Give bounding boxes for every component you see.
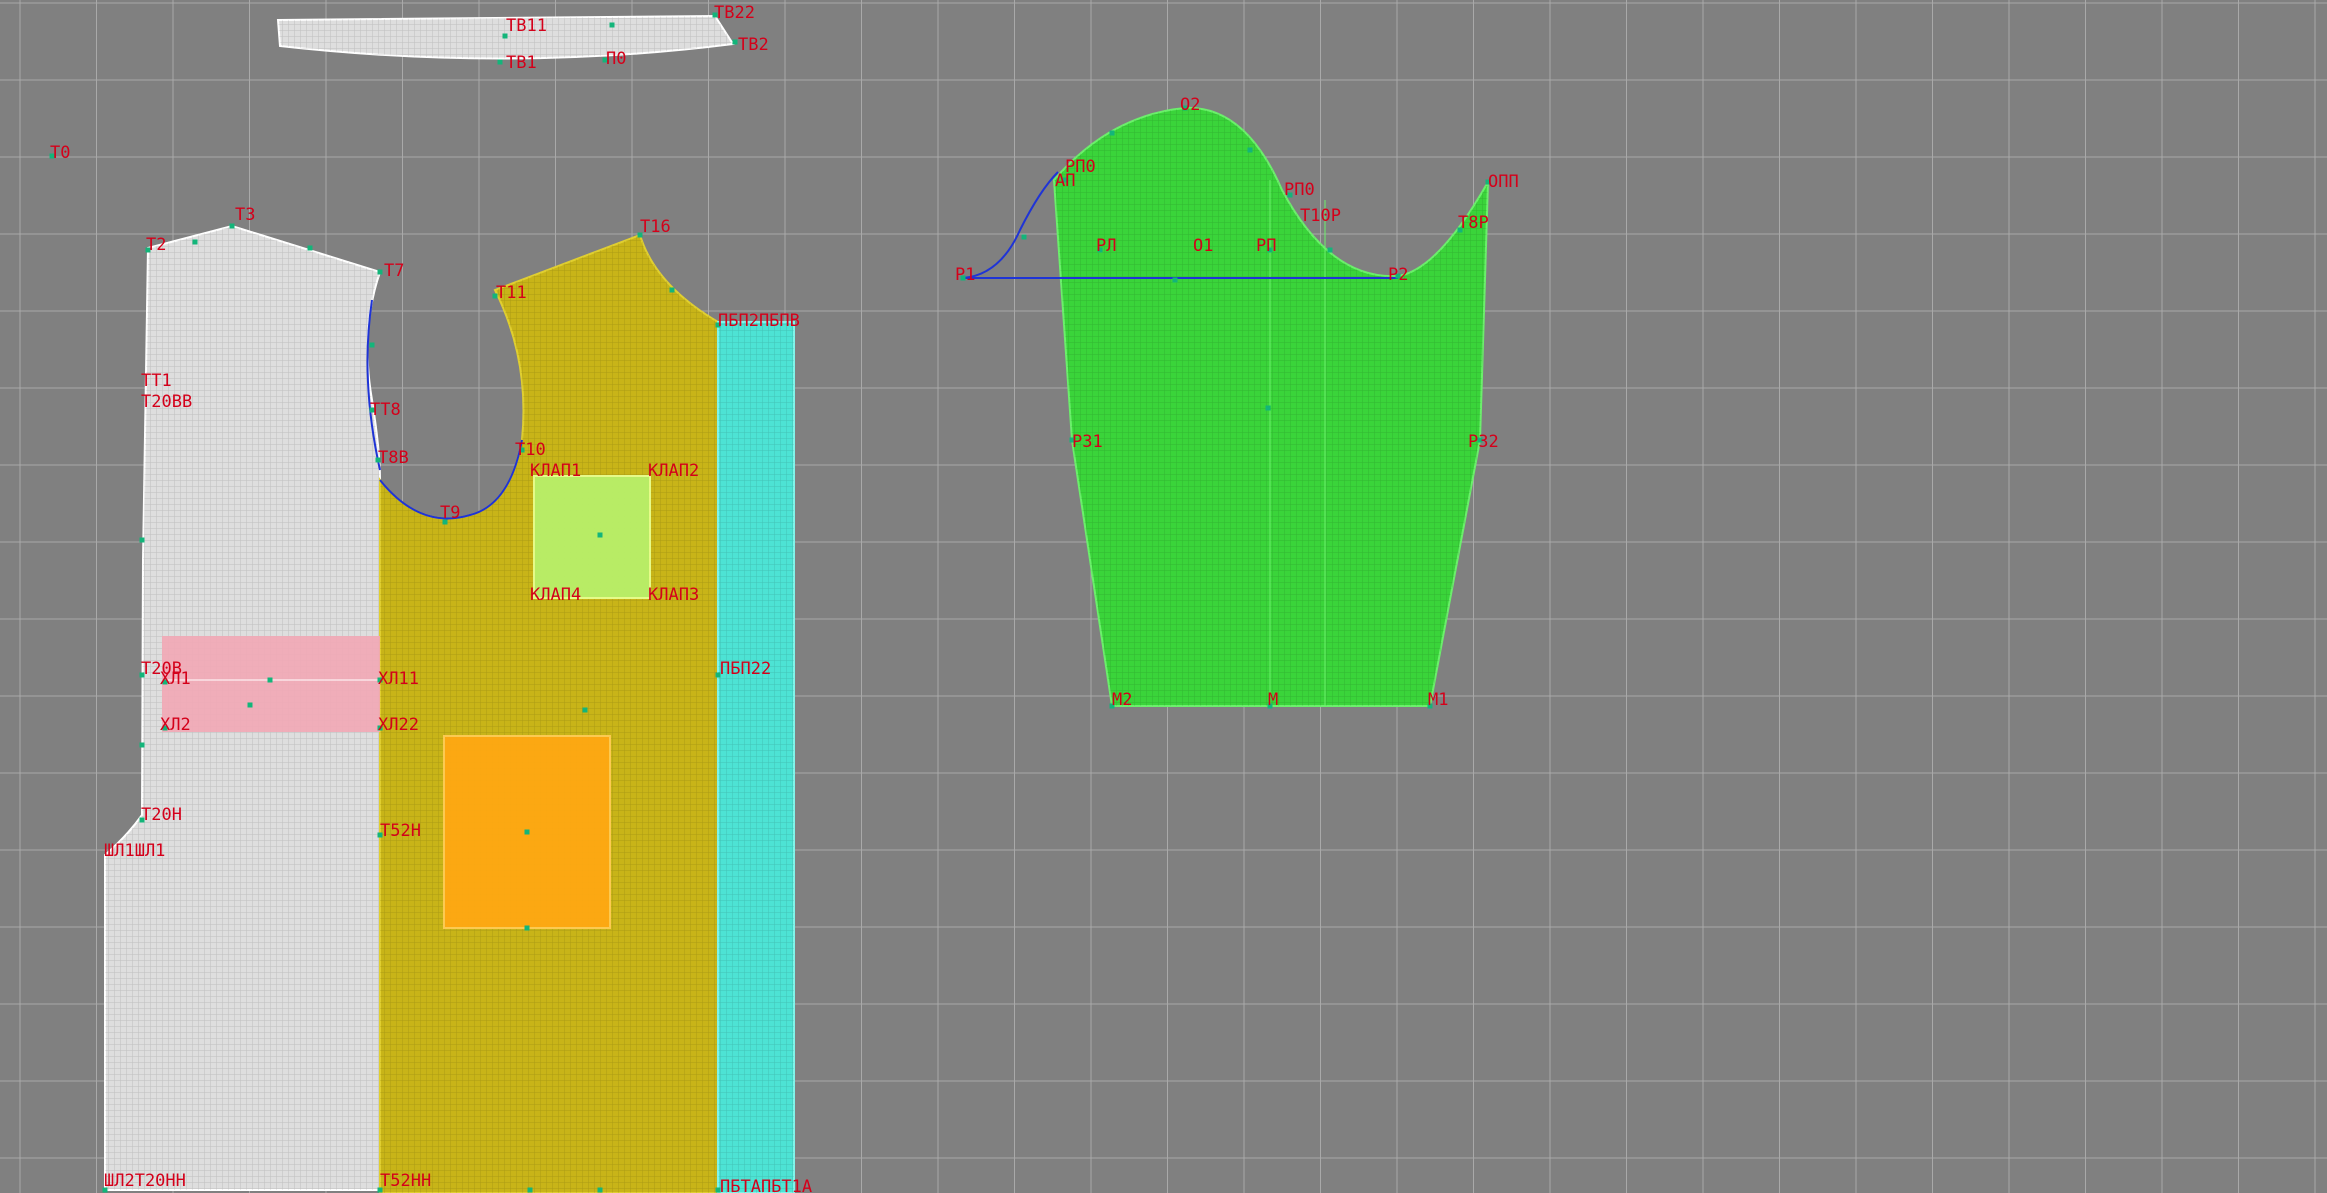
construction-point[interactable] bbox=[247, 702, 253, 708]
construction-point[interactable] bbox=[524, 829, 530, 835]
label-rp0: РП0 bbox=[1284, 180, 1315, 200]
label-o1: O1 bbox=[1193, 236, 1213, 256]
label-r2: P2 bbox=[1388, 265, 1408, 285]
label-klap1: КЛАП1 bbox=[530, 461, 581, 481]
label-r31: P31 bbox=[1072, 432, 1103, 452]
label-klap3: КЛАП3 bbox=[648, 585, 699, 605]
label-t3: T3 bbox=[235, 205, 255, 225]
construction-point[interactable] bbox=[369, 342, 375, 348]
construction-point[interactable] bbox=[229, 223, 235, 229]
construction-point[interactable] bbox=[1265, 405, 1271, 411]
label-pbp-top: ПБП2ПБПВ bbox=[718, 311, 800, 331]
label-shl1: ШЛ1ШЛ1 bbox=[104, 841, 165, 861]
construction-point[interactable] bbox=[527, 1187, 533, 1193]
label-t7: T7 bbox=[384, 261, 404, 281]
construction-point[interactable] bbox=[1021, 234, 1027, 240]
construction-point[interactable] bbox=[597, 532, 603, 538]
construction-point[interactable] bbox=[732, 39, 738, 45]
label-tb2: TB2 bbox=[738, 35, 769, 55]
label-ap: АП bbox=[1055, 171, 1075, 191]
label-tt8: TT8 bbox=[370, 400, 401, 420]
label-t2: T2 bbox=[146, 235, 166, 255]
label-m2: M2 bbox=[1112, 690, 1132, 710]
label-t10: T10 bbox=[515, 440, 546, 460]
construction-point[interactable] bbox=[609, 22, 615, 28]
label-r1: P1 bbox=[955, 265, 975, 285]
construction-point[interactable] bbox=[1327, 247, 1333, 253]
pocket-flap[interactable] bbox=[533, 475, 651, 599]
label-t11: T11 bbox=[496, 283, 527, 303]
construction-point[interactable] bbox=[669, 287, 675, 293]
construction-point[interactable] bbox=[1172, 277, 1178, 283]
label-t52n: T52H bbox=[380, 821, 421, 841]
label-t9: T9 bbox=[440, 503, 460, 523]
construction-point[interactable] bbox=[1247, 147, 1253, 153]
placket-piece[interactable] bbox=[717, 321, 795, 1193]
construction-point[interactable] bbox=[267, 677, 273, 683]
label-tb22: TB22 bbox=[714, 3, 755, 23]
label-xl2: ХЛ2 bbox=[160, 715, 191, 735]
label-rp: РП bbox=[1256, 236, 1276, 256]
label-klap2: КЛАП2 bbox=[648, 461, 699, 481]
label-klap4: КЛАП4 bbox=[530, 585, 581, 605]
label-t20bb: T20BB bbox=[141, 392, 192, 412]
label-t52nn: T52HH bbox=[380, 1171, 431, 1191]
label-xl11: ХЛ11 bbox=[378, 669, 419, 689]
label-t8b: T8B bbox=[378, 448, 409, 468]
label-opp: ОПП bbox=[1488, 172, 1519, 192]
construction-point[interactable] bbox=[597, 1187, 603, 1193]
label-t20n: T20H bbox=[141, 805, 182, 825]
label-t16: T16 bbox=[640, 217, 671, 237]
pocket-band[interactable] bbox=[162, 636, 380, 732]
construction-point[interactable] bbox=[139, 742, 145, 748]
label-m1: M1 bbox=[1428, 690, 1448, 710]
label-rl: РЛ bbox=[1096, 236, 1116, 256]
label-tt1: TT1 bbox=[141, 371, 172, 391]
label-shl2: ШЛ2T20HH bbox=[104, 1171, 186, 1191]
label-tb1: TB1 bbox=[506, 53, 537, 73]
construction-point[interactable] bbox=[524, 925, 530, 931]
label-t8r: T8P bbox=[1458, 213, 1489, 233]
construction-point[interactable] bbox=[497, 59, 503, 65]
construction-point[interactable] bbox=[192, 239, 198, 245]
label-pbp22: ПБП22 bbox=[720, 659, 771, 679]
construction-point[interactable] bbox=[1109, 130, 1115, 136]
label-t0: T0 bbox=[50, 143, 70, 163]
label-xl22: ХЛ22 bbox=[378, 715, 419, 735]
label-pbp-bottom: ПБТАПБТ1А bbox=[720, 1177, 812, 1193]
label-r32: P32 bbox=[1468, 432, 1499, 452]
construction-point[interactable] bbox=[307, 245, 313, 251]
pattern-canvas[interactable]: T0 TB11 TB22 TB1 П0 TB2 T3 T2 T7 T11 T16… bbox=[0, 0, 2327, 1193]
construction-point[interactable] bbox=[582, 707, 588, 713]
label-tb11: TB11 bbox=[506, 16, 547, 36]
label-o2: O2 bbox=[1180, 95, 1200, 115]
label-m: M bbox=[1268, 690, 1278, 710]
label-t10r: T10P bbox=[1300, 206, 1341, 226]
label-xl1: ХЛ1 bbox=[160, 669, 191, 689]
construction-point[interactable] bbox=[377, 269, 383, 275]
label-p0: П0 bbox=[606, 49, 626, 69]
construction-point[interactable] bbox=[139, 537, 145, 543]
